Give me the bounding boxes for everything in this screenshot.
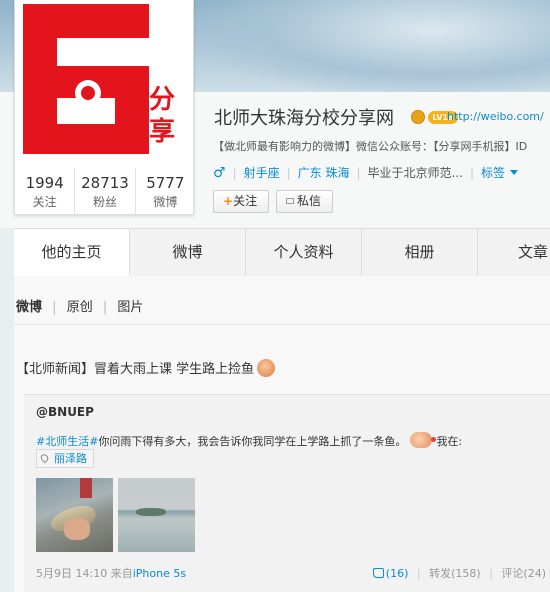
filter-images[interactable]: 图片	[117, 300, 143, 315]
avatar-card: 分享 1994 关注 28713 粉丝 5777 微博	[14, 0, 194, 215]
repost-footer: 5月9日 14:10 来自iPhone 5s (16) | 转发(158) | …	[36, 565, 546, 581]
divider	[14, 324, 550, 325]
feed-filter: 微博 | 原创 | 图片	[16, 296, 143, 315]
post-body: 【北师新闻】冒着大雨上课 学生路上捡鱼	[16, 362, 255, 377]
like-count[interactable]: (16)	[386, 567, 409, 580]
post-source: 来自iPhone 5s	[111, 567, 186, 580]
meta-divider: |	[232, 165, 237, 180]
stat-followers-count: 28713	[81, 174, 129, 192]
profile-url-link[interactable]: http://weibo.com/	[447, 110, 544, 123]
post-text: 【北师新闻】冒着大雨上课 学生路上捡鱼	[16, 358, 276, 377]
meta-location-link[interactable]: 广东 珠海	[298, 164, 350, 181]
tab-home[interactable]: 他的主页	[14, 229, 130, 276]
profile-stats: 1994 关注 28713 粉丝 5777 微博	[15, 168, 195, 214]
location-label: 丽泽路	[54, 452, 87, 465]
repost-button[interactable]: 转发(158)	[429, 567, 481, 580]
meta-divider: |	[286, 165, 291, 180]
filter-divider: |	[102, 300, 108, 315]
action-divider: |	[416, 567, 421, 580]
meta-divider: |	[470, 165, 475, 180]
photo-detail	[136, 508, 166, 516]
location-pin-icon	[39, 452, 50, 464]
follow-label: 关注	[233, 194, 258, 208]
profile-name: 北师大珠海分校分享网	[214, 108, 394, 129]
message-label: 私信	[297, 194, 322, 208]
avatar[interactable]: 分享	[21, 0, 189, 166]
thumbs-up-icon[interactable]	[372, 568, 384, 578]
banner-sky	[180, 0, 550, 100]
logo-dot-inner	[81, 86, 95, 100]
photo-thumbnail[interactable]	[36, 478, 113, 552]
emoji-icon	[257, 359, 276, 377]
message-icon	[286, 198, 294, 204]
profile-meta: ♂ | 射手座 | 广东 珠海 | 毕业于北京师范... | 标签	[213, 164, 519, 181]
feed-area: 微博 | 原创 | 图片 【北师新闻】冒着大雨上课 学生路上捡鱼 @BNUEP …	[14, 276, 550, 592]
post-actions: (16) | 转发(158) | 评论(24)	[372, 565, 546, 581]
source-link[interactable]: iPhone 5s	[133, 567, 186, 580]
topic-link[interactable]: #北师生活#	[36, 435, 98, 448]
follow-button[interactable]: +关注	[213, 190, 269, 213]
meta-zodiac-link[interactable]: 射手座	[244, 164, 280, 181]
reposted-content: @BNUEP #北师生活#你问雨下得有多大，我会告诉你我同学在上学路上抓了一条鱼…	[24, 394, 550, 592]
repost-body-tail: 我在:	[436, 435, 463, 448]
action-divider: |	[489, 567, 493, 580]
stat-posts-label: 微博	[153, 195, 178, 209]
stat-following-count: 1994	[25, 174, 64, 192]
profile-tabs: 他的主页 微博 个人资料 相册 文章	[14, 228, 550, 276]
stat-followers-label: 粉丝	[92, 195, 117, 209]
repost-body: 你问雨下得有多大，我会告诉你我同学在上学路上抓了一条鱼。	[98, 435, 407, 448]
repost-text: #北师生活#你问雨下得有多大，我会告诉你我同学在上学路上抓了一条鱼。 我在:	[36, 432, 462, 449]
photo-thumbnail[interactable]	[118, 478, 195, 552]
meta-education[interactable]: 毕业于北京师范...	[368, 164, 463, 181]
stat-posts[interactable]: 5777 微博	[136, 168, 195, 214]
plus-icon: +	[223, 194, 234, 208]
tab-album[interactable]: 相册	[362, 229, 478, 276]
tab-profile-info[interactable]: 个人资料	[246, 229, 362, 276]
filter-divider: |	[52, 300, 57, 315]
stat-posts-count: 5777	[146, 174, 185, 192]
stat-followers[interactable]: 28713 粉丝	[75, 168, 136, 214]
post-time-link[interactable]: 5月9日 14:10	[36, 567, 107, 580]
repost-author-link[interactable]: @BNUEP	[36, 405, 94, 419]
meta-divider: |	[356, 165, 361, 180]
chevron-down-icon	[510, 170, 519, 175]
source-prefix: 来自	[110, 567, 133, 580]
meta-tags-link[interactable]: 标签	[481, 164, 505, 181]
tab-articles[interactable]: 文章	[478, 229, 550, 276]
profile-description: 【做北师最有影响力的微博】微信公众账号：【分享网手机报】ID	[213, 140, 528, 153]
logo-bar-bottom	[23, 124, 149, 154]
message-button[interactable]: 私信	[276, 190, 333, 213]
stat-following-label: 关注	[32, 195, 57, 209]
avatar-logo-text: 分享	[149, 85, 176, 147]
verified-icon	[411, 110, 425, 124]
comment-button[interactable]: 评论(24)	[501, 567, 546, 580]
tab-weibo[interactable]: 微博	[130, 229, 246, 276]
photo-detail	[64, 518, 90, 540]
filter-weibo[interactable]: 微博	[16, 300, 42, 315]
photo-detail	[80, 478, 92, 498]
gender-male-icon: ♂	[213, 164, 226, 181]
emoji-icon	[410, 432, 437, 448]
stat-following[interactable]: 1994 关注	[15, 168, 76, 214]
location-chip[interactable]: 丽泽路	[36, 449, 94, 468]
filter-original[interactable]: 原创	[67, 300, 93, 315]
